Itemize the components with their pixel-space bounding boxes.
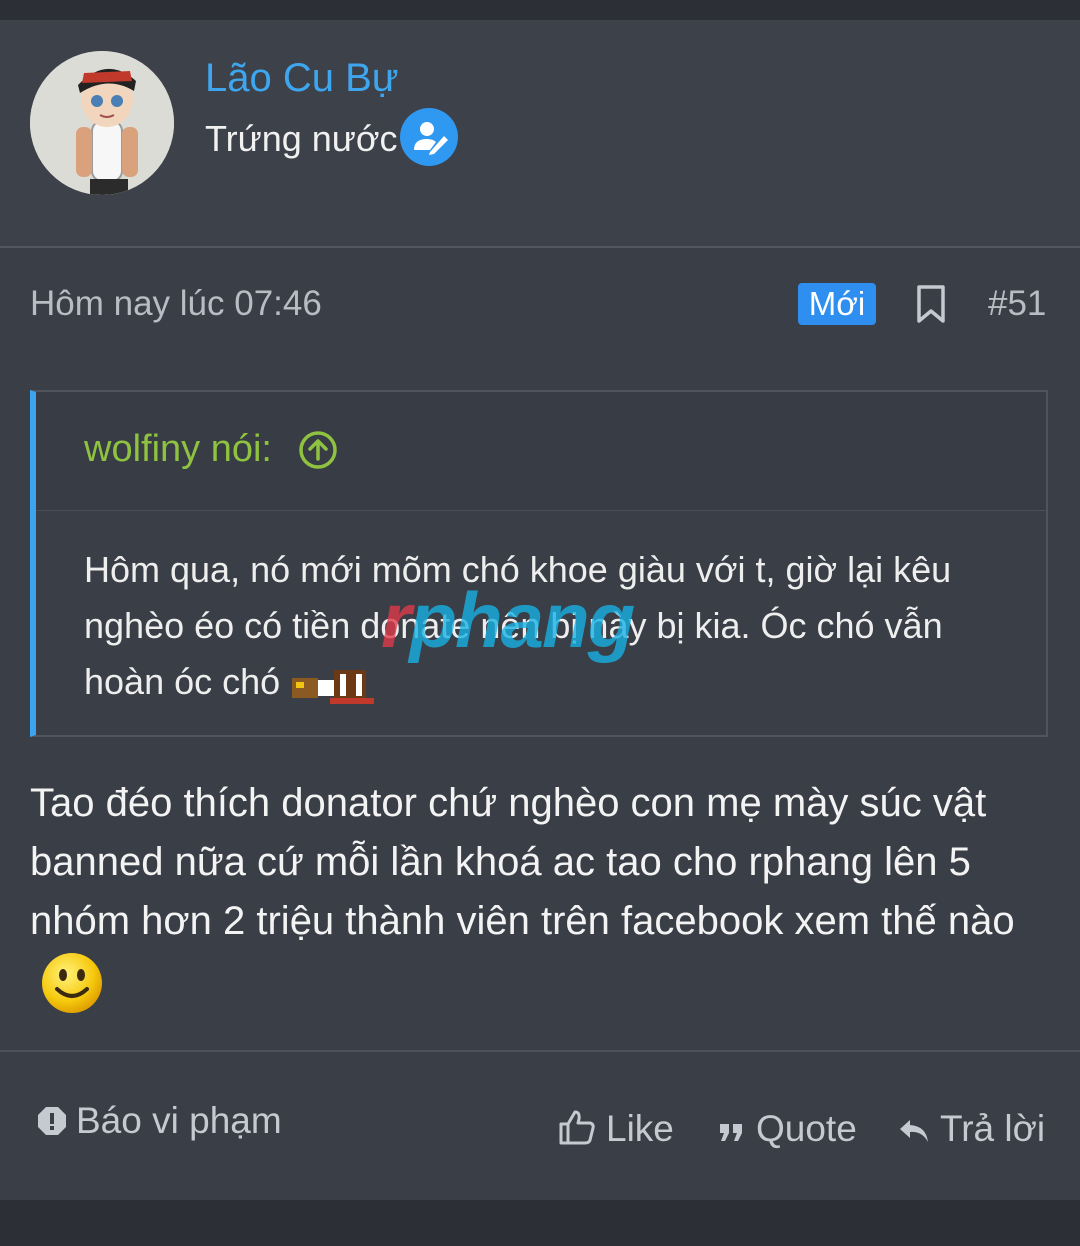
user-block: Lão Cu Bự Trứng nước — [0, 20, 1080, 248]
post-meta: Hôm nay lúc 07:46 Mới #51 — [0, 248, 1080, 358]
reply-button[interactable]: Trả lời — [898, 1108, 1045, 1150]
quote-icon — [720, 1124, 742, 1141]
go-to-quote-icon[interactable] — [298, 430, 338, 470]
like-button[interactable]: Like — [558, 1108, 674, 1150]
user-title: Trứng nước — [205, 118, 398, 159]
post-message-text: Tao đéo thích donator chứ nghèo con mẹ m… — [30, 781, 1015, 943]
report-label: Báo vi phạm — [76, 1100, 282, 1141]
avatar-image — [30, 51, 174, 195]
quote-author[interactable]: wolfiny nói: — [84, 428, 272, 471]
reply-icon — [900, 1120, 928, 1142]
quote-block: wolfiny nói: Hôm qua, nó mới mõm chó kho… — [30, 390, 1048, 737]
bookmark-icon[interactable] — [916, 284, 946, 324]
post-footer: Báo vi phạm Like Quote Trả lời — [0, 1050, 1080, 1200]
reply-label: Trả lời — [940, 1108, 1046, 1149]
report-button[interactable]: Báo vi phạm — [36, 1100, 282, 1142]
username[interactable]: Lão Cu Bự — [205, 56, 399, 101]
quote-header: wolfiny nói: — [36, 392, 1046, 511]
quote-text-content: Hôm qua, nó mới mõm chó khoe giàu với t,… — [84, 549, 952, 702]
post-card: Lão Cu Bự Trứng nước Hôm nay lúc 07:46 M… — [0, 20, 1080, 1200]
quote-button[interactable]: Quote — [718, 1108, 857, 1150]
like-label: Like — [606, 1108, 674, 1149]
quote-text: Hôm qua, nó mới mõm chó khoe giàu với t,… — [84, 542, 974, 710]
quote-label: Quote — [756, 1108, 857, 1149]
post-message: Tao đéo thích donator chứ nghèo con mẹ m… — [30, 774, 1050, 1015]
post-number[interactable]: #51 — [988, 284, 1046, 324]
post-date[interactable]: Hôm nay lúc 07:46 — [30, 284, 322, 324]
user-edit-badge-icon — [400, 108, 458, 166]
new-badge: Mới — [798, 283, 876, 325]
avatar[interactable] — [30, 51, 174, 195]
warning-icon — [38, 1107, 66, 1135]
smiley-emoji-icon — [40, 951, 104, 1015]
pixel-emote-icon — [290, 662, 376, 706]
thumbs-up-icon — [559, 1110, 595, 1145]
